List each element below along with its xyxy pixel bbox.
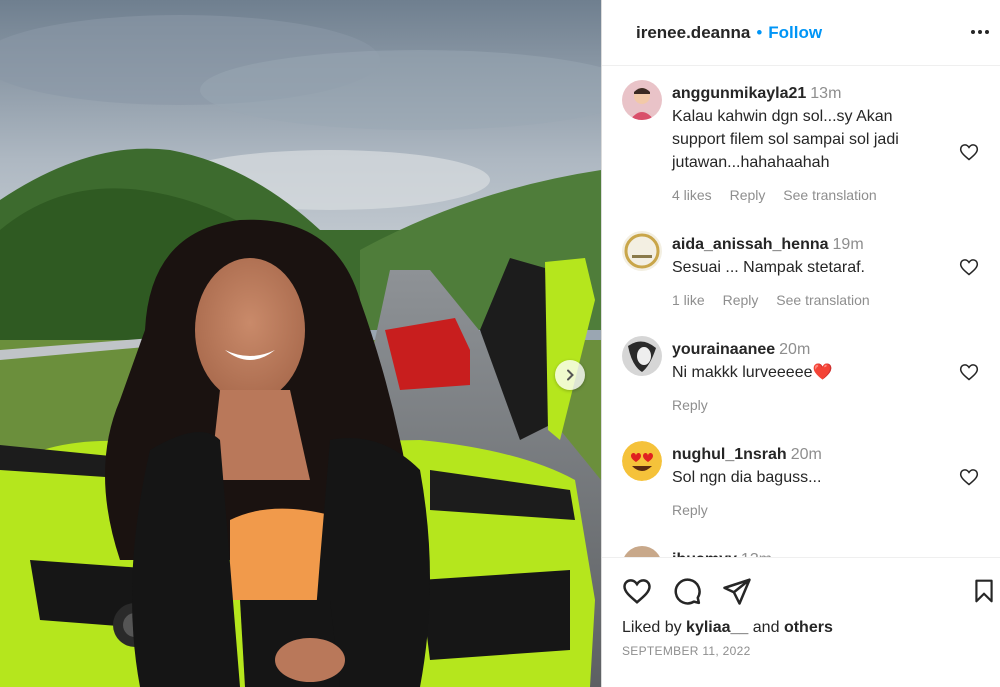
chevron-right-icon bbox=[567, 369, 574, 381]
avatar-image bbox=[622, 80, 662, 120]
post-photo bbox=[0, 0, 601, 687]
post-author-username[interactable]: irenee.deanna bbox=[636, 23, 750, 43]
avatar[interactable] bbox=[622, 336, 662, 376]
comment-time[interactable]: 20m bbox=[791, 446, 822, 463]
avatar[interactable] bbox=[622, 441, 662, 481]
comment-time[interactable]: 20m bbox=[779, 341, 810, 358]
avatar-image bbox=[622, 546, 662, 557]
comment-meta: 4 likes Reply See translation bbox=[672, 187, 942, 203]
comment-time[interactable]: 19m bbox=[833, 236, 864, 253]
like-heart-icon[interactable] bbox=[622, 576, 652, 606]
comment-bubble-icon[interactable] bbox=[672, 576, 702, 606]
more-options-icon[interactable] bbox=[968, 20, 992, 44]
comment-text-line: support filem sol sampai sol jadi bbox=[672, 131, 899, 148]
comment-header: ibuamyy13m bbox=[672, 548, 942, 557]
comment-text-line: jutawan...hahahaahah bbox=[672, 154, 830, 171]
comment-body: aida_anissah_henna 19m Sesuai ... Nampak … bbox=[672, 233, 942, 308]
comment-username[interactable]: anggunmikayla21 bbox=[672, 85, 806, 102]
follow-button[interactable]: Follow bbox=[768, 23, 822, 43]
reply-button[interactable]: Reply bbox=[730, 187, 766, 203]
post-side-panel: irenee.deanna • Follow anggunmikayla21 13… bbox=[601, 0, 1000, 687]
avatar[interactable] bbox=[622, 80, 662, 120]
like-heart-icon[interactable] bbox=[959, 467, 979, 487]
comment-body: nughul_1nsrah 20m Sol ngn dia baguss... R… bbox=[672, 443, 942, 518]
comment-text-line: Sol ngn dia baguss... bbox=[672, 469, 822, 486]
comment-meta: Reply bbox=[672, 397, 942, 413]
post-actions: Liked by kyliaa__ and others SEPTEMBER 1… bbox=[602, 557, 1000, 687]
post-date[interactable]: SEPTEMBER 11, 2022 bbox=[622, 644, 751, 658]
see-translation-button[interactable]: See translation bbox=[783, 187, 876, 203]
comments-list[interactable]: anggunmikayla21 13m Kalau kahwin dgn sol.… bbox=[602, 67, 1000, 557]
see-translation-button[interactable]: See translation bbox=[776, 292, 869, 308]
comment-text-line: Ni makkk lurveeeee❤️ bbox=[672, 361, 942, 384]
like-heart-icon[interactable] bbox=[959, 257, 979, 277]
liked-by-and: and bbox=[752, 619, 780, 636]
comment-username[interactable]: aida_anissah_henna bbox=[672, 236, 829, 253]
comment-text: Ni makkk lurveeeee bbox=[672, 364, 813, 381]
comment-body: anggunmikayla21 13m Kalau kahwin dgn sol.… bbox=[672, 82, 942, 203]
liked-by-summary: Liked by kyliaa__ and others bbox=[622, 619, 833, 637]
comment-header: yourainaanee 20m bbox=[672, 338, 942, 361]
comment-header: anggunmikayla21 13m bbox=[672, 82, 942, 105]
comment-header: nughul_1nsrah 20m bbox=[672, 443, 942, 466]
avatar[interactable] bbox=[622, 546, 662, 557]
comment-text-line: Kalau kahwin dgn sol...sy Akan bbox=[672, 108, 893, 125]
like-heart-icon[interactable] bbox=[959, 362, 979, 382]
heart-eyes-emoji-avatar bbox=[622, 441, 662, 481]
next-photo-button[interactable] bbox=[555, 360, 585, 390]
post-header: irenee.deanna • Follow bbox=[602, 0, 1000, 66]
comment-body: ibuamyy13m bbox=[672, 548, 942, 557]
comment-header: aida_anissah_henna 19m bbox=[672, 233, 942, 256]
share-paper-plane-icon[interactable] bbox=[722, 576, 752, 606]
reply-button[interactable]: Reply bbox=[672, 502, 708, 518]
reply-button[interactable]: Reply bbox=[672, 397, 708, 413]
comment-text-line: Sesuai ... Nampak stetaraf. bbox=[672, 259, 865, 276]
heart-emoji: ❤️ bbox=[812, 364, 833, 381]
comment-body: yourainaanee 20m Ni makkk lurveeeee❤️ Rep… bbox=[672, 338, 942, 413]
comment-meta: Reply bbox=[672, 502, 942, 518]
comment-username[interactable]: yourainaanee bbox=[672, 341, 775, 358]
comment-likes-count[interactable]: 4 likes bbox=[672, 187, 712, 203]
comment-likes-count[interactable]: 1 like bbox=[672, 292, 705, 308]
separator-dot: • bbox=[756, 22, 763, 42]
save-bookmark-icon[interactable] bbox=[971, 576, 997, 606]
reply-button[interactable]: Reply bbox=[723, 292, 759, 308]
avatar[interactable] bbox=[622, 231, 662, 271]
comment-meta: 1 like Reply See translation bbox=[672, 292, 942, 308]
comment-username[interactable]: nughul_1nsrah bbox=[672, 446, 787, 463]
post-image bbox=[0, 0, 601, 687]
avatar-image bbox=[622, 231, 662, 271]
comment-time[interactable]: 13m bbox=[810, 85, 841, 102]
liked-by-user[interactable]: kyliaa__ bbox=[686, 619, 748, 636]
like-heart-icon[interactable] bbox=[959, 142, 979, 162]
liked-by-prefix: Liked by bbox=[622, 619, 682, 636]
liked-by-others-link[interactable]: others bbox=[784, 619, 833, 636]
avatar-image bbox=[622, 336, 662, 376]
